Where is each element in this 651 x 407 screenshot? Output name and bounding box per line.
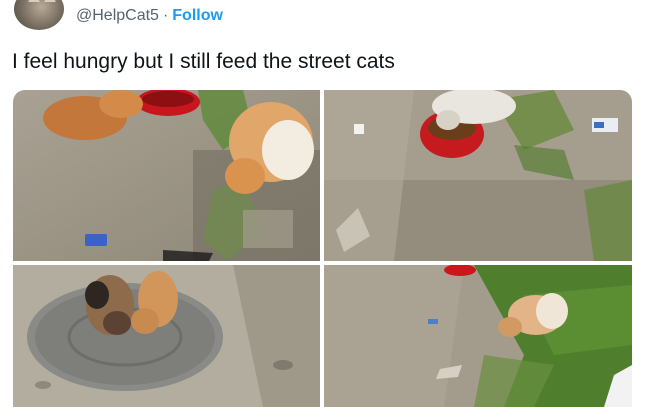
media-grid bbox=[13, 90, 632, 407]
separator-dot: · bbox=[162, 7, 169, 24]
follow-button[interactable]: Follow bbox=[172, 7, 223, 24]
photo-2[interactable] bbox=[324, 90, 632, 261]
tweet-text: I feel hungry but I still feed the stree… bbox=[12, 50, 395, 73]
avatar[interactable] bbox=[14, 0, 64, 30]
photo-1[interactable] bbox=[13, 90, 320, 261]
author-handle[interactable]: @HelpCat5 bbox=[76, 7, 159, 24]
photo-4[interactable] bbox=[324, 265, 632, 407]
author-row: @HelpCat5 · Follow bbox=[76, 7, 223, 25]
photo-1-image bbox=[13, 90, 320, 261]
photo-4-image bbox=[324, 265, 632, 407]
tweet-header: @HelpCat5 · Follow bbox=[0, 0, 651, 34]
photo-3[interactable] bbox=[13, 265, 320, 407]
photo-3-image bbox=[13, 265, 320, 407]
photo-2-image bbox=[324, 90, 632, 261]
